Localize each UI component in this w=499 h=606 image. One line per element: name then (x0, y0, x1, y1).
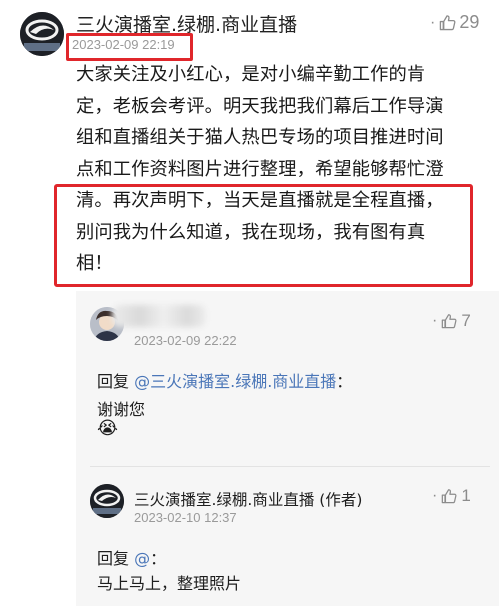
reply-prefix: 回复 (97, 372, 130, 391)
text-highlight-box (54, 184, 473, 287)
avatar-logo-icon (90, 484, 124, 518)
reply-line: 回复 @： (97, 545, 166, 569)
reply-line: 回复 @三火演播室.绿棚.商业直播： (97, 368, 352, 392)
avatar[interactable] (20, 12, 64, 56)
thumbs-up-icon (439, 14, 456, 31)
dot-icon: · (430, 13, 436, 31)
like-button[interactable]: · 7 (432, 311, 471, 331)
like-count: 7 (461, 311, 471, 330)
reply-text: 马上马上，整理照片 (97, 574, 242, 593)
like-button[interactable]: · 29 (430, 12, 479, 33)
reply-avatar[interactable] (90, 484, 124, 518)
comment-line: 大家关注及小红心，是对小编辛勤工作的肯 (76, 64, 426, 85)
comment-timestamp: 2023-02-09 22:19 (72, 37, 175, 52)
like-button[interactable]: · 1 (432, 486, 471, 506)
reply-timestamp: 2023-02-10 12:37 (134, 510, 237, 525)
reply-prefix: 回复 (97, 549, 130, 568)
comment-line: 定，老板会考评。明天我把我们幕后工作导演 (76, 95, 444, 117)
reply-author[interactable]: 三火演播室.绿棚.商业直播 (作者) (134, 488, 362, 510)
avatar-logo-icon (20, 12, 64, 56)
reply-colon: ： (150, 549, 167, 568)
mention-link[interactable]: @三火演播室.绿棚.商业直播 (134, 372, 336, 391)
divider (90, 466, 490, 467)
dot-icon: · (432, 487, 438, 504)
reply-text: 谢谢您 (97, 400, 146, 419)
reply-timestamp: 2023-02-09 22:22 (134, 333, 237, 348)
reply-colon: ： (336, 372, 353, 391)
crying-emoji: 😭 (97, 418, 119, 439)
comment-line: 组和直播组关于猫人热巴专场的项目推进时间 (76, 127, 444, 148)
thumbs-up-icon (441, 313, 457, 329)
like-count: 1 (461, 486, 471, 505)
mention-link[interactable]: @ (134, 549, 150, 568)
like-count: 29 (459, 12, 480, 32)
thumbs-up-icon (441, 488, 457, 504)
dot-icon: · (432, 312, 438, 329)
comment-line: 点和工作资料图片进行整理，希望能够帮忙澄 (76, 158, 444, 180)
redacted-username (112, 305, 206, 327)
